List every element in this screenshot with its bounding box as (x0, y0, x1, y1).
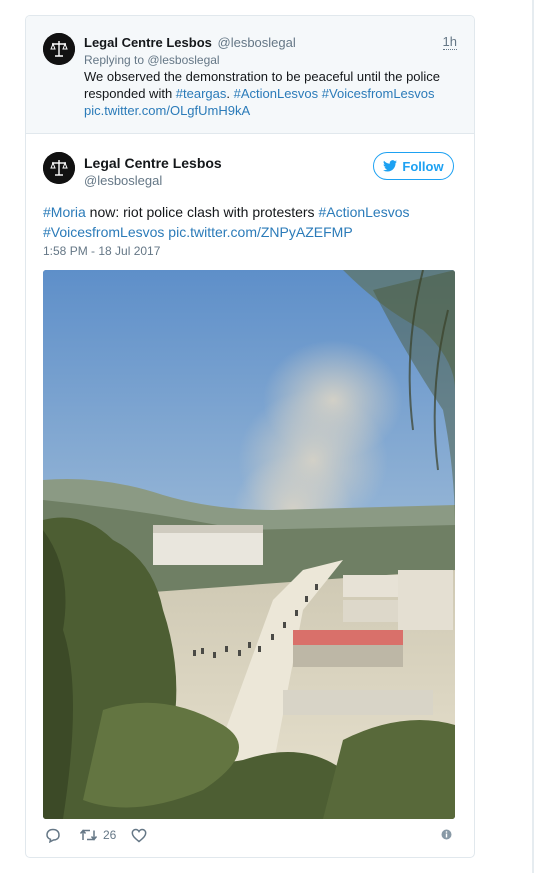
reply-icon (46, 828, 60, 843)
embedded-tweet-card: Legal Centre Lesbos @lesboslegal 1h Repl… (25, 15, 475, 858)
reply-tweet-text: We observed the demonstration to be peac… (84, 68, 454, 119)
reply-tweet[interactable]: Legal Centre Lesbos @lesboslegal 1h Repl… (26, 16, 474, 134)
retweet-action[interactable]: 26 (79, 828, 116, 842)
author-name[interactable]: Legal Centre Lesbos (84, 155, 222, 171)
retweet-count: 26 (103, 828, 117, 842)
hashtag-link[interactable]: #ActionLesvos (318, 204, 409, 220)
author-handle[interactable]: @lesboslegal (84, 173, 162, 188)
author-name[interactable]: Legal Centre Lesbos (84, 35, 212, 50)
follow-button[interactable]: Follow (373, 152, 454, 180)
heart-icon (131, 828, 147, 843)
author-handle[interactable]: @lesboslegal (218, 35, 296, 50)
tweet-timestamp[interactable]: 1h (442, 35, 457, 50)
avatar[interactable] (43, 33, 75, 65)
tweet-date[interactable]: 1:58 PM - 18 Jul 2017 (43, 244, 160, 258)
info-action[interactable] (441, 829, 452, 840)
media-link[interactable]: pic.twitter.com/OLgfUmH9kA (84, 103, 250, 118)
twitter-bird-icon (383, 160, 398, 172)
retweet-icon (79, 829, 98, 841)
reply-author[interactable]: Legal Centre Lesbos @lesboslegal (84, 35, 296, 50)
replying-to[interactable]: Replying to @lesboslegal (84, 53, 220, 67)
scales-logo-icon (43, 33, 75, 65)
avatar[interactable] (43, 152, 75, 184)
tweet-actions: 26 (43, 828, 455, 848)
tweet-photo[interactable] (43, 270, 455, 819)
hashtag-link[interactable]: #teargas (176, 86, 227, 101)
photo-scene-illustration (43, 270, 455, 819)
info-icon (441, 829, 452, 840)
hashtag-link[interactable]: #Moria (43, 204, 86, 220)
hashtag-link[interactable]: #ActionLesvos (234, 86, 319, 101)
media-link[interactable]: pic.twitter.com/ZNPyAZEFMP (168, 224, 352, 240)
scales-logo-icon (43, 152, 75, 184)
like-action[interactable] (131, 828, 147, 843)
main-tweet-text: #Moria now: riot police clash with prote… (43, 202, 443, 242)
text-segment: now: riot police clash with protesters (85, 204, 319, 220)
hashtag-link[interactable]: #VoicesfromLesvos (322, 86, 435, 101)
hashtag-link[interactable]: #VoicesfromLesvos (43, 224, 164, 240)
follow-label: Follow (402, 158, 444, 174)
reply-action[interactable] (45, 828, 61, 843)
text-segment: . (226, 86, 234, 101)
